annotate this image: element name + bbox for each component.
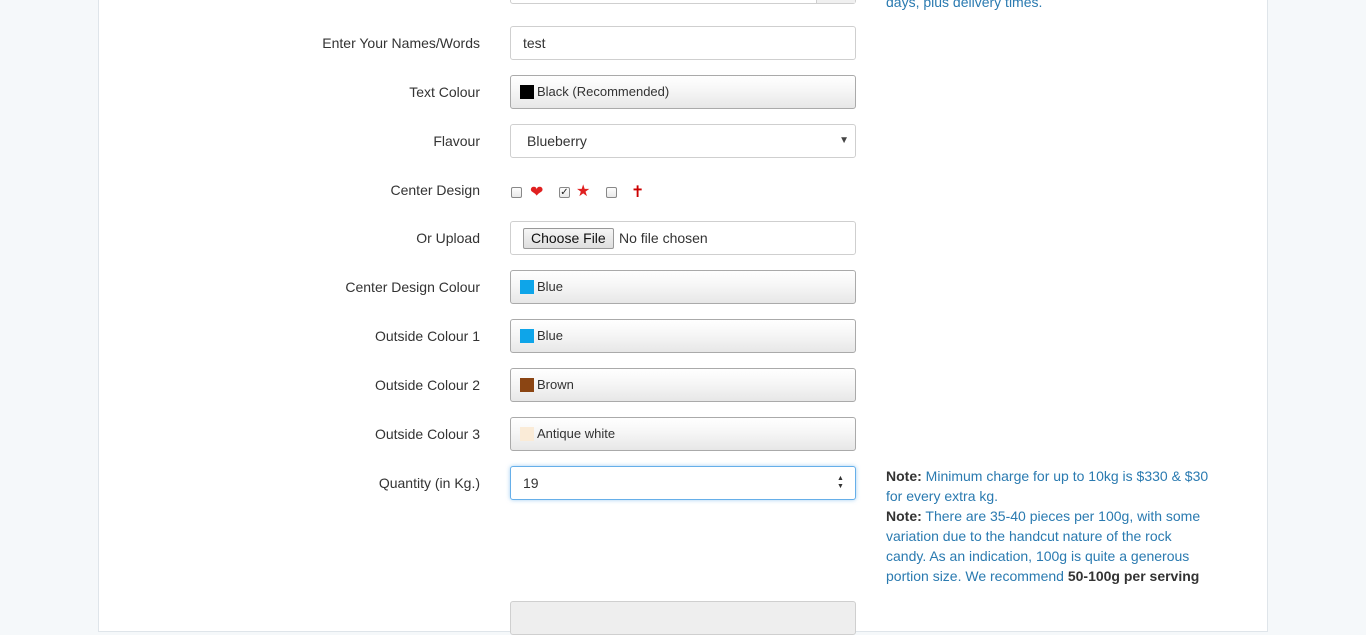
- text-colour-swatch: [520, 85, 534, 99]
- outside-colour-2-value: Brown: [537, 377, 574, 392]
- quantity-value: 19: [523, 475, 539, 491]
- file-status: No file chosen: [619, 230, 708, 246]
- chevron-down-icon: ▼: [839, 135, 849, 146]
- center-design-label: Center Design: [390, 182, 481, 198]
- center-design-colour-value: Blue: [537, 279, 564, 294]
- quantity-label: Quantity (in Kg.): [378, 475, 480, 491]
- center-design-colour-swatch: [520, 280, 534, 294]
- center-design-colour-select[interactable]: Blue: [510, 270, 856, 304]
- flavour-value: Blueberry: [527, 133, 587, 149]
- cut-off-field-addon: [816, 0, 855, 3]
- delivery-note-fragment: days, plus delivery times.: [886, 0, 1043, 10]
- note-1-line-2: for every extra kg.: [886, 488, 999, 504]
- outside-colour-3-select[interactable]: Antique white: [510, 417, 856, 451]
- choose-file-button[interactable]: Choose File: [523, 228, 614, 249]
- file-upload[interactable]: Choose File No file chosen: [510, 221, 856, 255]
- cut-off-bottom-field[interactable]: [510, 601, 856, 635]
- flavour-select[interactable]: Blueberry ▼: [510, 124, 856, 158]
- note-1-prefix: Note:: [886, 468, 922, 484]
- cut-off-top-field[interactable]: [510, 0, 856, 4]
- outside-colour-1-label: Outside Colour 1: [374, 328, 480, 344]
- note-2-recommendation: 50-100g per serving: [1067, 568, 1200, 584]
- outside-colour-1-value: Blue: [537, 328, 564, 343]
- outside-colour-2-select[interactable]: Brown: [510, 368, 856, 402]
- cross-checkbox[interactable]: [606, 187, 617, 198]
- note-2-line-4: portion size. We recommend: [886, 568, 1064, 584]
- outside-colour-3-swatch: [520, 427, 534, 441]
- outside-colour-3-label: Outside Colour 3: [374, 426, 480, 442]
- star-icon: ★: [576, 183, 591, 200]
- note-2-line-1: There are 35-40 pieces per 100g, with so…: [925, 508, 1201, 524]
- outside-colour-2-label: Outside Colour 2: [374, 377, 480, 393]
- text-colour-label: Text Colour: [409, 84, 480, 100]
- star-checkbox[interactable]: ✓: [559, 187, 570, 198]
- heart-icon: ❤: [530, 184, 544, 201]
- note-2-line-3: candy. As an indication, 100g is quite a…: [886, 548, 1190, 564]
- text-colour-value: Black (Recommended): [537, 84, 670, 99]
- outside-colour-2-swatch: [520, 378, 534, 392]
- outside-colour-3-value: Antique white: [537, 426, 616, 441]
- flavour-label: Flavour: [433, 133, 480, 149]
- outside-colour-1-swatch: [520, 329, 534, 343]
- center-design-colour-label: Center Design Colour: [345, 279, 480, 295]
- note-2-prefix: Note:: [886, 508, 922, 524]
- quantity-stepper[interactable]: 19 ▲ ▼: [510, 466, 856, 500]
- cross-icon: ✝: [631, 184, 645, 201]
- note-2-line-2: variation due to the handcut nature of t…: [886, 528, 1172, 544]
- spinner-arrows-icon[interactable]: ▲ ▼: [837, 475, 845, 491]
- names-label: Enter Your Names/Words: [322, 35, 480, 51]
- text-colour-select[interactable]: Black (Recommended): [510, 75, 856, 109]
- upload-label: Or Upload: [416, 230, 480, 246]
- heart-checkbox[interactable]: [511, 187, 522, 198]
- outside-colour-1-select[interactable]: Blue: [510, 319, 856, 353]
- minimum-charge-note: Note: Minimum charge for up to 10kg is $…: [886, 466, 1231, 586]
- names-input[interactable]: test: [510, 26, 856, 60]
- note-1-line-1: Minimum charge for up to 10kg is $330 & …: [925, 468, 1209, 484]
